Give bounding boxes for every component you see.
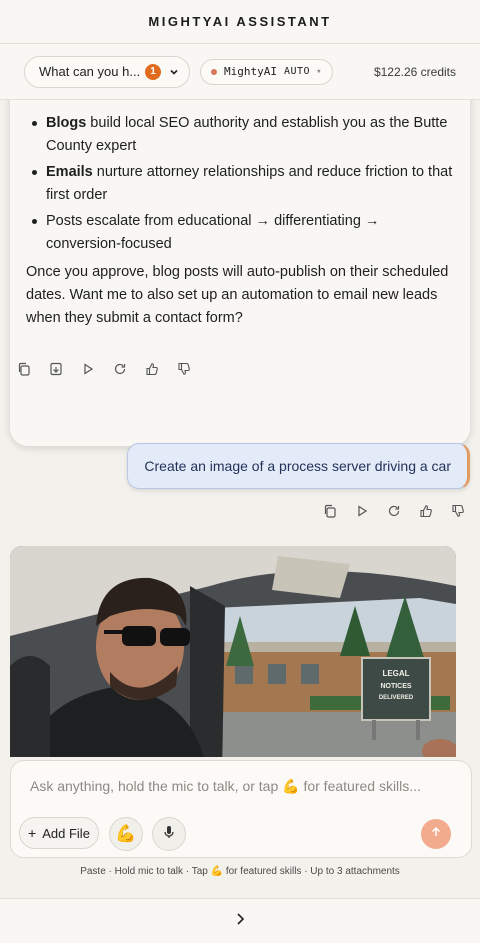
model-select[interactable]: MightyAI AUTO ▾: [200, 58, 333, 85]
add-file-label: Add File: [42, 825, 90, 841]
message-input[interactable]: [30, 775, 450, 797]
list-item: Emails nurture attorney relationships an…: [26, 161, 454, 207]
user-message-text: Create an image of a process server driv…: [144, 458, 451, 474]
generated-image[interactable]: LEGAL NOTICES DELIVERED: [10, 546, 456, 757]
composer-hint: Paste · Hold mic to talk · Tap 💪 for fea…: [80, 866, 400, 877]
flexed-biceps-icon: 💪: [115, 824, 137, 843]
model-name: MightyAI: [224, 65, 277, 78]
regenerate-icon[interactable]: [385, 502, 403, 520]
toolbar: What can you h... 1 MightyAI AUTO ▾ $122…: [0, 44, 480, 100]
credits-balance: $122.26 credits: [373, 64, 456, 79]
microphone-button[interactable]: [152, 817, 186, 851]
play-icon[interactable]: [79, 360, 97, 378]
send-button[interactable]: [421, 819, 451, 849]
sign-line-1: LEGAL: [382, 669, 409, 678]
thumbs-up-icon[interactable]: [417, 502, 435, 520]
model-mode: AUTO: [283, 66, 311, 77]
arrow-up-icon: [430, 825, 442, 843]
app-header: MIGHTYAI ASSISTANT: [0, 0, 480, 44]
process-server-image: LEGAL NOTICES DELIVERED: [10, 546, 456, 757]
copy-icon[interactable]: [321, 502, 339, 520]
microphone-icon: [163, 824, 175, 844]
conversation-label: What can you h...: [39, 64, 139, 79]
sign-line-2: NOTICES: [380, 683, 411, 690]
notification-badge: 1: [145, 63, 161, 80]
chevron-down-icon: [169, 67, 179, 77]
app-title: MIGHTYAI ASSISTANT: [148, 14, 332, 29]
list-item: Blogs build local SEO authority and esta…: [26, 112, 454, 158]
add-file-button[interactable]: + Add File: [19, 817, 99, 849]
chevron-down-icon: ▾: [316, 66, 322, 77]
chat-area[interactable]: Blogs build local SEO authority and esta…: [0, 100, 480, 757]
user-message-actions: [321, 502, 467, 520]
assistant-bullet-list: Blogs build local SEO authority and esta…: [26, 112, 454, 256]
thumbs-down-icon[interactable]: [175, 360, 193, 378]
list-item: Posts escalate from educational → differ…: [26, 210, 454, 256]
regenerate-icon[interactable]: [111, 360, 129, 378]
user-message: Create an image of a process server driv…: [127, 443, 470, 489]
thumbs-up-icon[interactable]: [143, 360, 161, 378]
assistant-message: Blogs build local SEO authority and esta…: [10, 100, 470, 446]
footer-bar: [0, 898, 480, 943]
assistant-actions: [15, 360, 193, 378]
composer: + Add File 💪: [10, 760, 472, 858]
featured-skills-button[interactable]: 💪: [109, 817, 143, 851]
plus-icon: +: [28, 825, 37, 841]
sign-line-3: DELIVERED: [379, 695, 414, 701]
thumbs-down-icon[interactable]: [449, 502, 467, 520]
play-icon[interactable]: [353, 502, 371, 520]
conversation-select[interactable]: What can you h... 1: [24, 55, 190, 88]
chevron-right-icon[interactable]: [234, 912, 246, 931]
model-status-dot: [211, 68, 217, 75]
save-icon[interactable]: [47, 360, 65, 378]
assistant-closing-text: Once you approve, blog posts will auto-p…: [26, 264, 449, 326]
copy-icon[interactable]: [15, 360, 33, 378]
